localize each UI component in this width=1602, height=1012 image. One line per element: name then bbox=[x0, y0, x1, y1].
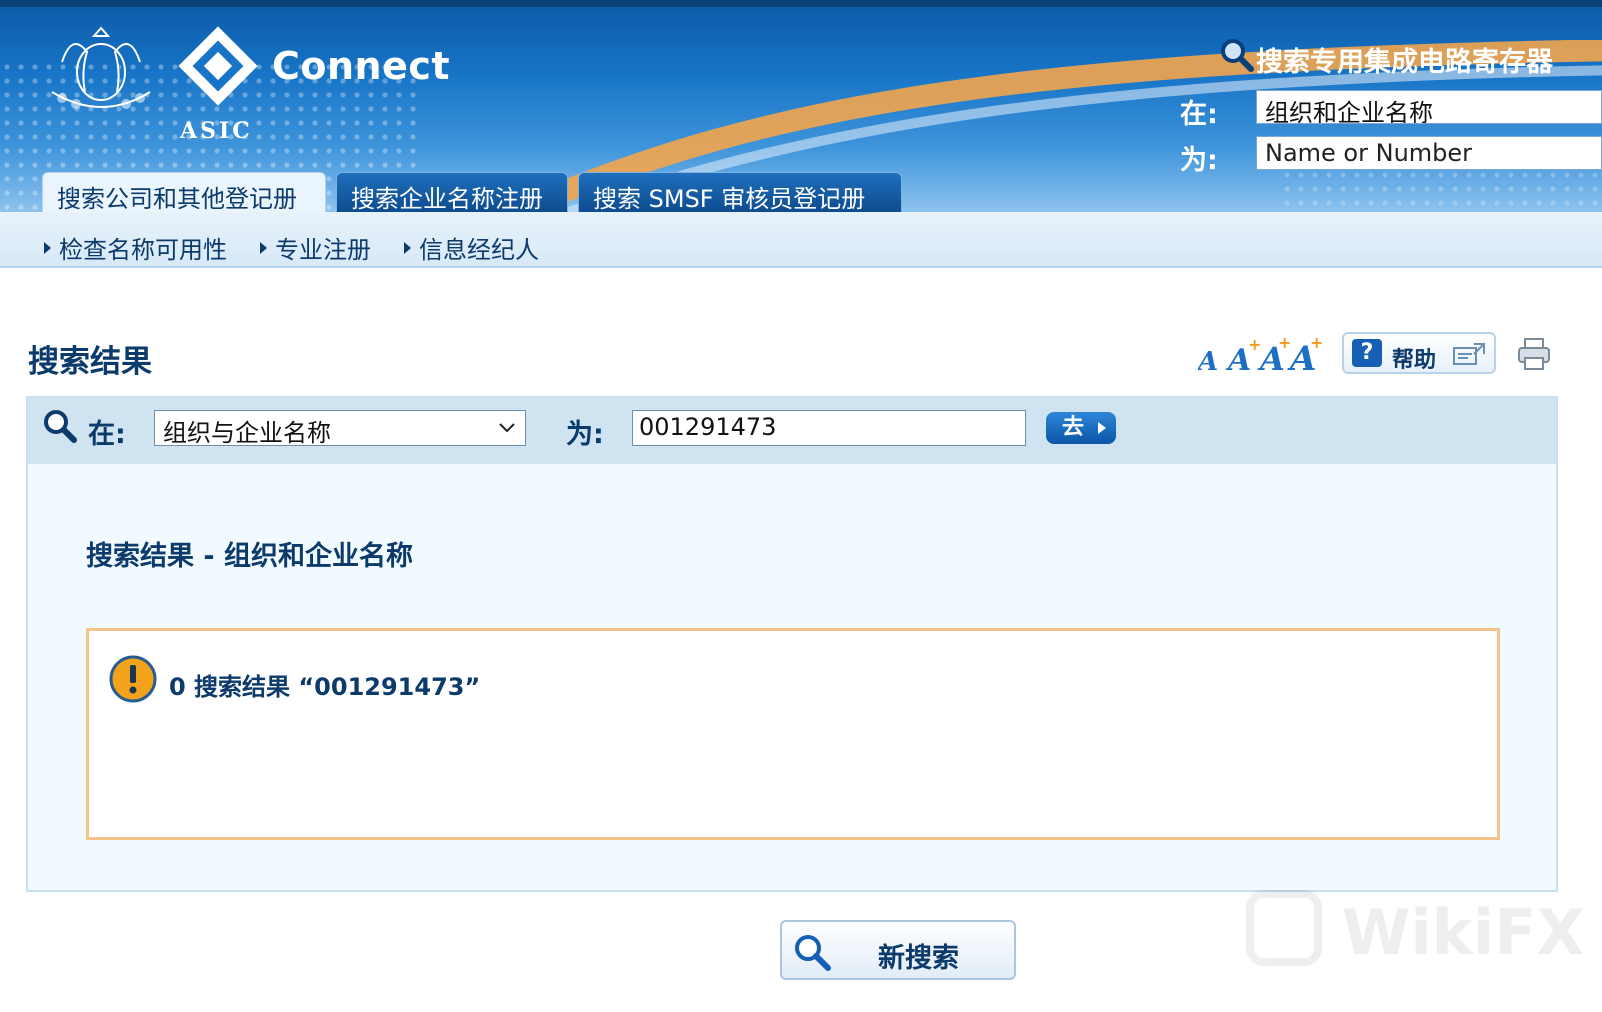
coat-of-arms-icon bbox=[51, 26, 151, 109]
search-input[interactable]: 001291473 bbox=[632, 410, 1026, 446]
search-for-label: 为: bbox=[566, 419, 604, 450]
tab-smsf-auditors[interactable]: 搜索 SMSF 审核员登记册 bbox=[578, 172, 902, 212]
watermark-logo-icon bbox=[1246, 890, 1322, 966]
result-message-box: 0 搜索结果 “001291473” bbox=[86, 628, 1500, 840]
search-results-panel: 在: 组织与企业名称 为: 001291473 去 搜索结果 - 组织和企业名称… bbox=[26, 396, 1558, 892]
site-header: Connect ASIC 搜索专用集成电路寄存器 在: 组织和企业名称 为: N… bbox=[0, 0, 1602, 212]
register-select-value: 组织与企业名称 bbox=[163, 419, 331, 447]
search-bar: 在: 组织与企业名称 为: 001291473 去 bbox=[28, 398, 1556, 464]
svg-text:A: A bbox=[1198, 347, 1218, 374]
font-size-icon[interactable]: A A A A + + + bbox=[1198, 336, 1324, 374]
quick-search-in-label: 在: bbox=[1180, 99, 1218, 130]
subnav-professional-registers[interactable]: 专业注册 bbox=[260, 230, 371, 265]
subnav-label: 检查名称可用性 bbox=[59, 236, 227, 264]
watermark-text: WikiFX bbox=[1342, 896, 1585, 969]
search-icon bbox=[44, 410, 77, 443]
header-top-strip bbox=[0, 0, 1602, 7]
go-button[interactable]: 去 bbox=[1046, 412, 1116, 444]
svg-text:+: + bbox=[1248, 336, 1261, 354]
chevron-down-icon bbox=[499, 423, 515, 433]
search-icon bbox=[795, 935, 831, 971]
subnav-label: 信息经纪人 bbox=[419, 236, 539, 264]
help-question-icon: ? bbox=[1352, 339, 1382, 367]
subnav-label: 专业注册 bbox=[275, 236, 371, 264]
help-label: 帮助 bbox=[1392, 348, 1437, 373]
caret-right-icon bbox=[44, 242, 51, 254]
help-button[interactable]: ? 帮助 bbox=[1342, 332, 1496, 374]
subnav-check-name-availability[interactable]: 检查名称可用性 bbox=[44, 230, 227, 265]
sub-navigation: 检查名称可用性 专业注册 信息经纪人 bbox=[0, 212, 1602, 268]
result-count-message: 0 搜索结果 “001291473” bbox=[169, 673, 481, 701]
asic-logo-icon bbox=[178, 26, 258, 106]
new-search-label: 新搜索 bbox=[878, 943, 959, 974]
go-label: 去 bbox=[1062, 415, 1085, 440]
warning-icon bbox=[109, 655, 157, 703]
new-search-button[interactable]: 新搜索 bbox=[780, 920, 1016, 980]
results-heading: 搜索结果 - 组织和企业名称 bbox=[86, 541, 414, 572]
search-icon bbox=[1221, 39, 1254, 72]
svg-text:+: + bbox=[1310, 336, 1323, 352]
search-in-label: 在: bbox=[88, 419, 126, 450]
brand-name: Connect bbox=[272, 44, 451, 88]
tab-companies-registers[interactable]: 搜索公司和其他登记册 bbox=[42, 172, 326, 212]
quick-search-register-select[interactable]: 组织和企业名称 bbox=[1256, 90, 1602, 124]
tab-business-names[interactable]: 搜索企业名称注册 bbox=[336, 172, 568, 212]
caret-right-icon bbox=[404, 242, 411, 254]
watermark: WikiFX bbox=[1246, 890, 1584, 970]
subnav-information-brokers[interactable]: 信息经纪人 bbox=[404, 230, 539, 265]
svg-text:+: + bbox=[1278, 336, 1291, 352]
page-title: 搜索结果 bbox=[28, 344, 152, 380]
agency-name: ASIC bbox=[180, 118, 253, 144]
caret-right-icon bbox=[260, 242, 267, 254]
quick-search-input[interactable]: Name or Number bbox=[1256, 136, 1602, 170]
print-icon[interactable] bbox=[1516, 336, 1552, 372]
quick-search-for-label: 为: bbox=[1180, 145, 1218, 176]
play-arrow-icon bbox=[1098, 422, 1106, 434]
register-select[interactable]: 组织与企业名称 bbox=[154, 410, 526, 447]
new-window-icon bbox=[1453, 343, 1485, 365]
quick-search-title: 搜索专用集成电路寄存器 bbox=[1256, 47, 1553, 78]
